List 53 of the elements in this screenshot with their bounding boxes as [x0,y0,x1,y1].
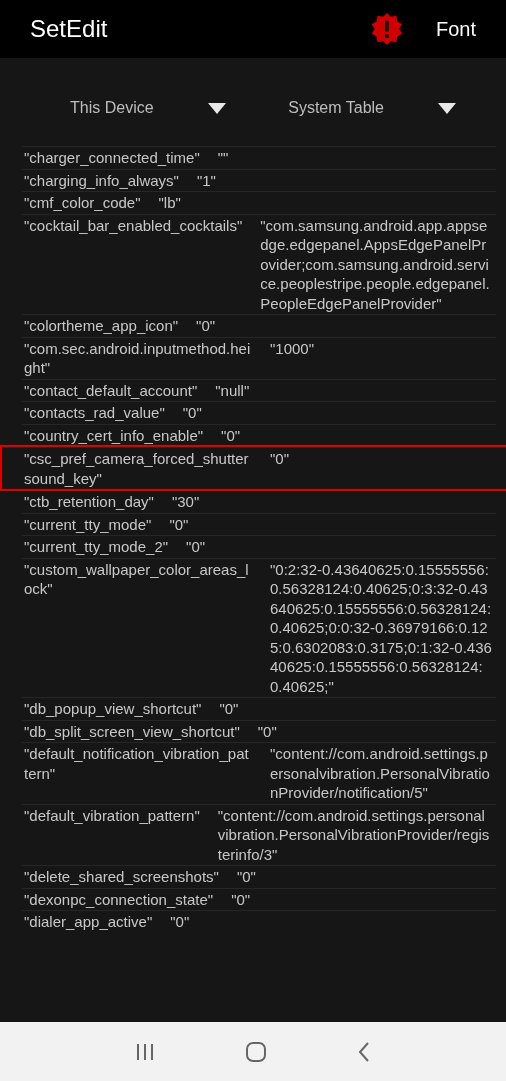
home-icon[interactable] [245,1040,267,1063]
caret-icon [438,103,456,115]
highlighted-row[interactable]: "csc_pref_camera_forced_shuttersound_key" "0" [2,447,506,489]
setting-value: "0" [169,514,190,534]
setting-value: "0" [196,316,217,336]
setting-key[interactable]: "csc_pref_camera_forced_shuttersound_key" [24,449,252,488]
setting-key[interactable]: "cmf_color_code" [24,193,141,213]
setting-value: "0" [221,425,242,445]
setting-key[interactable]: "current_tty_mode_2" [24,537,169,557]
setting-key[interactable]: "charging_info_always" [24,170,179,190]
setting-value: "0" [257,721,278,741]
dropdown[interactable]: System Table [288,96,456,146]
setting-value: "content://com.android.settings.personalvibration.PersonalVibrationProvider/registerinfo/3" [217,805,491,864]
setting-key[interactable]: "dialer_app_active" [24,912,153,932]
setting-value: "0" [186,537,207,557]
setting-key[interactable]: "dexonpc_connection_state" [24,889,214,909]
caret-icon [207,103,226,115]
recent-apps-icon[interactable] [135,1041,155,1062]
setting-value: "null" [215,380,251,400]
app-title: SetEdit [30,15,109,43]
setting-value: "30" [171,492,201,512]
setting-value: "0" [170,912,191,932]
setting-value: "0" [219,699,240,719]
setting-key[interactable]: "db_popup_view_shortcut" [24,699,202,719]
setting-key[interactable]: "default_notification_vibration_pattern" [24,744,252,803]
setting-key[interactable]: "custom_wallpaper_color_areas_lock" [24,559,252,696]
setting-key[interactable]: "db_split_screen_view_shortcut" [24,721,240,741]
setting-value: "0" [236,867,257,887]
setting-value: "" [217,148,230,168]
setting-key[interactable]: "colortheme_app_icon" [24,316,179,336]
setting-key[interactable]: "delete_shared_screenshots" [24,867,219,887]
setting-value: "0" [270,449,290,469]
setting-value: "0:2:32-0.43640625:0.15555556:0.56328124:0.40625;0:3:32-0.43640625:0.15555556:0.56328124:0.40625;0:0:32-0.36979166:0.125:0.6302083:0.3175;0:1:32-0.43640625:0.15555556:0.56328124:0.40625;" [270,559,492,696]
alert-badge-icon[interactable] [369,12,404,46]
setting-key[interactable]: "com.sec.android.inputmethod.height" [24,338,252,378]
dropdown[interactable]: This Device [70,96,226,146]
setting-value: "com.samsung.android.app.appsedge.edgepanel.AppsEdgePanelProvider;com.samsung.android.service.peoplestripe.people.edgepanel.PeopleEdgePanelProvider" [260,215,491,313]
setting-value: "0" [182,403,203,423]
setting-key[interactable]: "default_vibration_pattern" [24,805,200,864]
setting-value: "1000" [270,338,316,359]
setting-key[interactable]: "charger_connected_time" [24,148,200,168]
setting-key[interactable]: "ctb_retention_day" [24,492,154,512]
setting-key[interactable]: "cocktail_bar_enabled_cocktails" [24,215,243,313]
setting-key[interactable]: "contacts_rad_value" [24,403,165,423]
setting-key[interactable]: "current_tty_mode" [24,514,152,534]
setting-value: "0" [231,889,252,909]
font-button[interactable]: Font [435,17,476,41]
setting-value: "1" [196,170,217,190]
setting-key[interactable]: "country_cert_info_enable" [24,425,204,445]
setting-value: "content://com.android.settings.personalvibration.PersonalVibrationProvider/notification/5" [270,744,491,803]
setting-key[interactable]: "contact_default_account" [24,380,198,400]
setting-value: "lb" [158,193,182,213]
back-icon[interactable] [357,1040,371,1063]
